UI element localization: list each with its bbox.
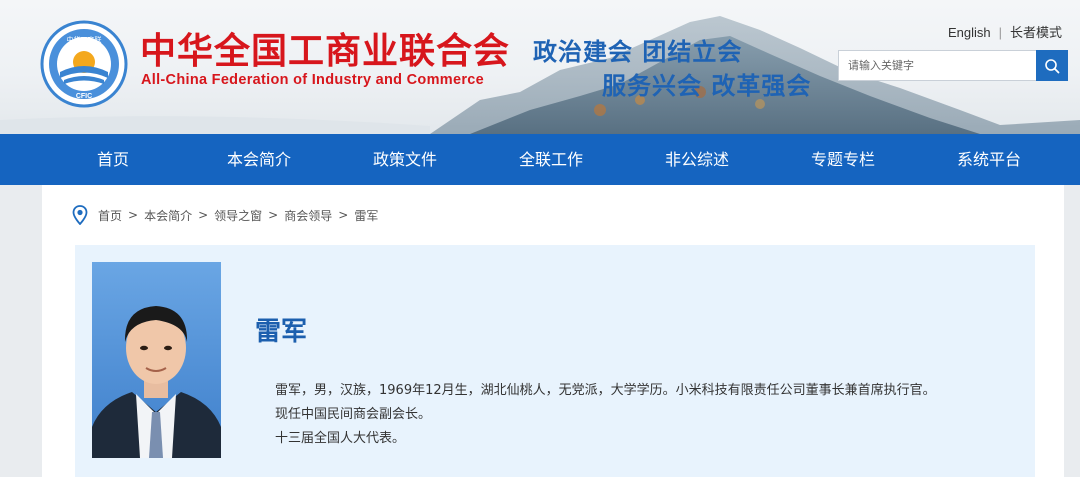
search-input[interactable]	[839, 51, 1037, 80]
nav-item-platform[interactable]: 系统平台	[916, 134, 1062, 185]
breadcrumb-chamber-leaders[interactable]: 商会领导	[284, 207, 332, 224]
badge-bottom-text: CFIC	[76, 93, 92, 100]
nav-item-home[interactable]: 首页	[40, 134, 186, 185]
search-box	[838, 50, 1068, 81]
nav-item-policy[interactable]: 政策文件	[332, 134, 478, 185]
breadcrumb-separator: >	[338, 208, 349, 222]
breadcrumb-separator: >	[128, 208, 139, 222]
nav-item-about[interactable]: 本会简介	[186, 134, 332, 185]
main-nav: 首页 本会简介 政策文件 全联工作 非公综述 专题专栏 系统平台	[0, 134, 1080, 185]
person-name: 雷军	[255, 317, 308, 347]
breadcrumb-home[interactable]: 首页	[98, 207, 122, 224]
elder-mode-link[interactable]: 长者模式	[1010, 25, 1062, 40]
nav-item-work[interactable]: 全联工作	[478, 134, 624, 185]
breadcrumb-separator: >	[268, 208, 279, 222]
bio-line: 现任中国民间商会副会长。	[275, 407, 432, 422]
breadcrumb-about[interactable]: 本会简介	[144, 207, 192, 224]
site-header: 中华工商联 CFIC 中华全国工商业联合会 All-China Federati…	[0, 0, 1080, 134]
breadcrumb-current: 雷军	[354, 208, 379, 223]
profile-bio: 雷军，男，汉族，1969年12月生，湖北仙桃人，无党派，大学学历。小米科技有限责…	[275, 379, 936, 451]
slogan-line-2: 服务兴会 改革强会	[602, 72, 812, 100]
location-pin-icon	[72, 205, 88, 225]
nav-item-nonpublic[interactable]: 非公综述	[624, 134, 770, 185]
bio-line: 十三届全国人大代表。	[275, 431, 406, 446]
search-icon	[1045, 58, 1060, 73]
acfic-logo-badge[interactable]: 中华工商联 CFIC	[40, 20, 128, 108]
english-link[interactable]: English	[948, 25, 991, 40]
search-button[interactable]	[1036, 50, 1068, 81]
nav-item-topics[interactable]: 专题专栏	[770, 134, 916, 185]
org-name-en[interactable]: All-China Federation of Industry and Com…	[141, 72, 484, 88]
slogan-line-1: 政治建会 团结立会	[533, 38, 743, 66]
badge-top-text: 中华工商联	[67, 35, 102, 44]
link-divider: |	[998, 25, 1002, 40]
main-content: 首页 > 本会简介 > 领导之窗 > 商会领导 > 雷军 雷军 雷军，男，汉族，…	[42, 185, 1064, 477]
profile-photo	[92, 262, 221, 458]
top-links: English | 长者模式	[948, 22, 1062, 41]
breadcrumb-leaders[interactable]: 领导之窗	[214, 207, 262, 224]
breadcrumb-separator: >	[198, 208, 209, 222]
breadcrumb: 首页 > 本会简介 > 领导之窗 > 商会领导 > 雷军	[72, 205, 378, 225]
bio-line: 雷军，男，汉族，1969年12月生，湖北仙桃人，无党派，大学学历。小米科技有限责…	[275, 383, 936, 398]
profile-card: 雷军 雷军，男，汉族，1969年12月生，湖北仙桃人，无党派，大学学历。小米科技…	[75, 245, 1035, 477]
org-name-cn[interactable]: 中华全国工商业联合会	[140, 30, 510, 74]
